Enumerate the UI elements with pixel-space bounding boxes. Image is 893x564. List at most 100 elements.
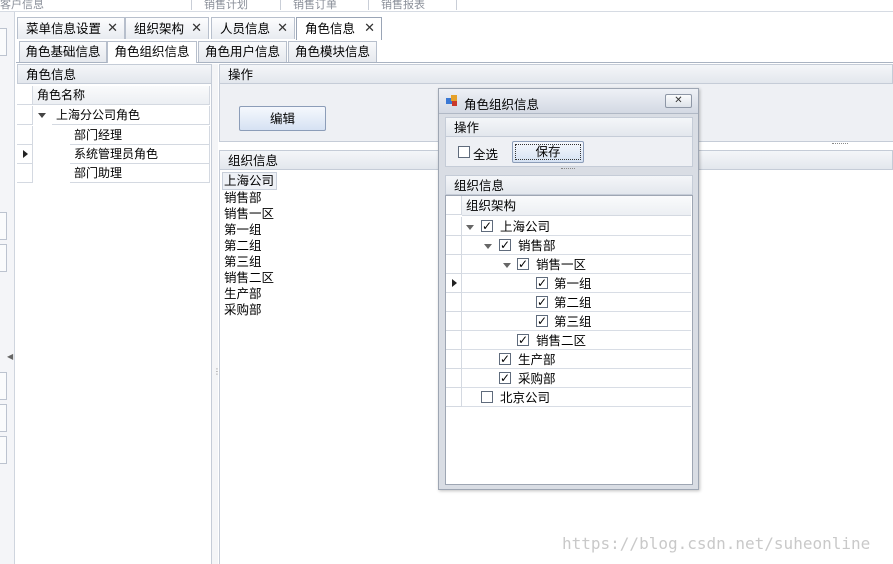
- row-header[interactable]: [17, 164, 33, 183]
- close-icon[interactable]: ✕: [107, 18, 118, 40]
- main-tab-bar: 菜单信息设置 ✕ 组织架构 ✕ 人员信息 ✕ 角色信息 ✕: [16, 16, 893, 41]
- top-menu-item[interactable]: 销售计划: [204, 0, 248, 12]
- tab-role-org[interactable]: 角色组织信息: [107, 41, 197, 63]
- top-menu-strip: 客户信息 销售计划 销售订单 销售报表: [0, 0, 893, 12]
- role-name-column-header[interactable]: 角色名称: [33, 86, 210, 105]
- checkbox-checked[interactable]: ✓: [517, 258, 529, 270]
- role-panel-title: 角色信息: [17, 64, 212, 84]
- current-row-icon: [452, 279, 457, 287]
- collapse-arrow-icon[interactable]: ◀: [7, 352, 13, 361]
- row-header[interactable]: [446, 255, 462, 274]
- rail-tab[interactable]: [0, 244, 7, 272]
- row-header[interactable]: [446, 350, 462, 369]
- tree-row[interactable]: [462, 388, 691, 407]
- row-header[interactable]: [17, 106, 33, 125]
- row-header[interactable]: [446, 274, 462, 293]
- org-list-item[interactable]: 第三组: [224, 254, 444, 270]
- rail-tab[interactable]: [0, 436, 7, 464]
- close-icon[interactable]: ✕: [665, 94, 692, 108]
- checkbox-unchecked[interactable]: [481, 391, 493, 403]
- checkbox-checked[interactable]: ✓: [536, 277, 548, 289]
- tree-node-label: 第一组: [554, 276, 592, 291]
- top-menu-item[interactable]: 客户信息: [0, 0, 44, 12]
- tree-node-label: 北京公司: [500, 390, 551, 405]
- row-header[interactable]: [446, 369, 462, 388]
- org-list-item[interactable]: 生产部: [224, 286, 444, 302]
- select-all-label: 全选: [473, 147, 499, 162]
- tab-role-users[interactable]: 角色用户信息: [198, 41, 287, 62]
- org-list-item[interactable]: 销售二区: [224, 270, 444, 286]
- sub-tab-bar: 角色基础信息 角色组织信息 角色用户信息 角色模块信息: [16, 40, 893, 63]
- tab-role-modules[interactable]: 角色模块信息: [288, 41, 377, 62]
- divider: [368, 0, 369, 10]
- divider: [280, 0, 281, 10]
- tree-node[interactable]: 部门经理: [70, 126, 210, 145]
- top-menu-item[interactable]: 销售订单: [293, 0, 337, 12]
- tree-row[interactable]: [462, 217, 691, 236]
- expand-arrow-icon[interactable]: [38, 113, 46, 118]
- checkbox-checked[interactable]: ✓: [499, 353, 511, 365]
- checkbox-checked[interactable]: ✓: [481, 220, 493, 232]
- tree-node-label: 生产部: [518, 352, 556, 367]
- tree-node[interactable]: 系统管理员角色: [70, 145, 210, 164]
- checkbox-checked[interactable]: ✓: [499, 372, 511, 384]
- tree-node-label: 上海公司: [500, 219, 551, 234]
- dialog-org-title: 组织信息: [445, 175, 693, 195]
- splitter-grip[interactable]: [561, 168, 575, 169]
- rail-tab[interactable]: [0, 28, 7, 56]
- watermark: https://blog.csdn.net/suheonline: [562, 534, 871, 553]
- org-list-item[interactable]: 销售一区: [224, 206, 444, 222]
- tab-org-structure[interactable]: 组织架构 ✕: [125, 17, 209, 39]
- org-list-item[interactable]: 销售部: [224, 190, 444, 206]
- row-header[interactable]: [446, 293, 462, 312]
- rail-tab[interactable]: [0, 404, 7, 432]
- row-header[interactable]: [446, 331, 462, 350]
- tree-node-label: 销售部: [518, 238, 556, 253]
- org-list-item[interactable]: 第一组: [224, 222, 444, 238]
- expand-arrow-icon[interactable]: [503, 263, 511, 268]
- divider: [191, 0, 192, 10]
- close-icon[interactable]: ✕: [277, 18, 288, 40]
- tab-label: 角色信息: [305, 21, 356, 36]
- tree-column-header[interactable]: 组织架构: [462, 196, 691, 216]
- expand-arrow-icon[interactable]: [466, 225, 474, 230]
- row-header[interactable]: [17, 145, 33, 164]
- rail-tab[interactable]: [0, 372, 7, 400]
- rail-tab[interactable]: [0, 212, 7, 240]
- tree-node-label: 销售一区: [536, 257, 587, 272]
- org-list-item[interactable]: 第二组: [224, 238, 444, 254]
- row-header[interactable]: [17, 126, 33, 145]
- splitter[interactable]: ⋮: [212, 64, 221, 564]
- checkbox-checked[interactable]: ✓: [517, 334, 529, 346]
- operation-panel-title: 操作: [219, 64, 893, 84]
- select-all-checkbox[interactable]: [458, 146, 470, 158]
- org-list-item-selected[interactable]: 上海公司: [222, 172, 277, 190]
- tree-row[interactable]: [462, 350, 691, 369]
- tree-node-root[interactable]: 上海分公司角色: [52, 106, 210, 125]
- row-header[interactable]: [446, 217, 462, 236]
- checkbox-checked[interactable]: ✓: [536, 315, 548, 327]
- tree-row[interactable]: [462, 236, 691, 255]
- row-header[interactable]: [446, 236, 462, 255]
- expand-arrow-icon[interactable]: [484, 244, 492, 249]
- close-icon[interactable]: ✕: [191, 18, 202, 40]
- tab-menu-settings[interactable]: 菜单信息设置 ✕: [17, 17, 125, 39]
- splitter-grip[interactable]: [832, 143, 848, 146]
- top-menu-item[interactable]: 销售报表: [381, 0, 425, 12]
- save-button[interactable]: 保存: [512, 141, 584, 163]
- checkbox-checked[interactable]: ✓: [499, 239, 511, 251]
- tree-row[interactable]: [462, 369, 691, 388]
- row-header[interactable]: [446, 388, 462, 407]
- tree-node[interactable]: 部门助理: [70, 164, 210, 183]
- row-header[interactable]: [446, 312, 462, 331]
- tab-role-info[interactable]: 角色信息 ✕: [296, 17, 382, 41]
- tree-node-label: 第二组: [554, 295, 592, 310]
- row-header: [446, 196, 462, 215]
- org-list-item[interactable]: 采购部: [224, 302, 444, 318]
- tab-role-basic[interactable]: 角色基础信息: [19, 41, 107, 62]
- close-icon[interactable]: ✕: [364, 18, 375, 40]
- tab-label: 人员信息: [220, 21, 271, 36]
- checkbox-checked[interactable]: ✓: [536, 296, 548, 308]
- edit-button[interactable]: 编辑: [239, 106, 326, 131]
- tab-personnel[interactable]: 人员信息 ✕: [211, 17, 295, 39]
